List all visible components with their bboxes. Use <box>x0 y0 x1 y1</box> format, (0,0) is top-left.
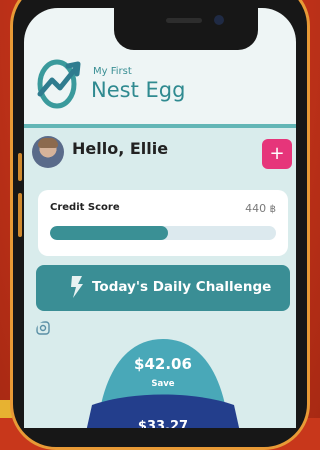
avatar[interactable] <box>32 136 64 168</box>
camera <box>214 15 224 25</box>
next-amount: $33.27 <box>137 419 189 428</box>
phone-side-button <box>18 193 22 237</box>
save-label: Save <box>151 379 175 389</box>
target-icon[interactable] <box>36 321 50 335</box>
brand-subtitle: My First <box>93 66 132 77</box>
lightning-icon <box>71 276 83 298</box>
speaker <box>166 18 202 23</box>
savings-egg-graphic <box>86 339 240 428</box>
phone-notch <box>114 8 258 50</box>
greeting-text: Hello, Ellie <box>72 139 169 158</box>
savings-egg-card: $42.06 Save $33.27 <box>36 321 290 428</box>
credit-score-bar <box>50 226 276 240</box>
app-screen: My First Nest Egg Hello, Ellie + Credit … <box>24 8 296 428</box>
save-amount: $42.06 <box>134 355 192 373</box>
phone-side-button <box>18 153 22 181</box>
add-button[interactable]: + <box>262 139 292 169</box>
coin-icon: ฿ <box>269 204 276 215</box>
daily-challenge-label: Today's Daily Challenge <box>92 279 272 295</box>
daily-challenge-button[interactable]: Today's Daily Challenge <box>36 265 290 311</box>
credit-score-card[interactable]: Credit Score 440 ฿ <box>38 190 288 256</box>
credit-score-number: 440 <box>245 202 267 215</box>
nest-egg-logo-icon <box>37 59 81 109</box>
app-logo: My First Nest Egg <box>34 54 234 114</box>
brand-title: Nest Egg <box>91 78 186 102</box>
credit-score-bar-fill <box>50 226 168 240</box>
credit-score-value: 440 ฿ <box>245 202 276 215</box>
credit-score-label: Credit Score <box>50 202 120 213</box>
